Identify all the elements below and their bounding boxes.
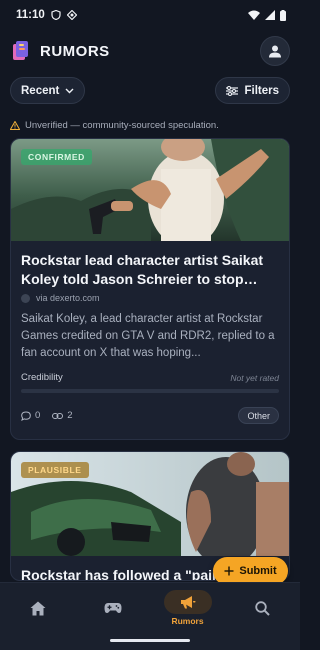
credibility-label: Credibility xyxy=(21,372,63,383)
home-icon xyxy=(30,601,45,615)
rumor-summary: Saikat Koley, a lead character artist at… xyxy=(21,313,275,359)
unverified-notice: Unverified — community-sourced speculati… xyxy=(10,118,219,132)
nav-search[interactable] xyxy=(225,583,300,633)
app-bar: RUMORS xyxy=(0,34,300,68)
filters-label: Filters xyxy=(244,84,279,97)
profile-button[interactable] xyxy=(260,36,290,66)
search-icon xyxy=(255,600,270,616)
page-title: RUMORS xyxy=(40,42,110,60)
notice-text: Unverified — community-sourced speculati… xyxy=(25,119,219,131)
sort-dropdown[interactable]: Recent xyxy=(10,77,86,104)
links-value: 2 xyxy=(67,410,73,421)
battery-icon xyxy=(280,9,286,21)
nav-games[interactable] xyxy=(75,583,150,633)
comments-count[interactable]: 0 xyxy=(21,410,40,421)
submit-label: Submit xyxy=(239,565,277,577)
submit-button[interactable]: Submit xyxy=(213,557,288,585)
app-logo-icon xyxy=(12,40,30,62)
status-time: 11:10 xyxy=(16,9,45,21)
category-tag[interactable]: Other xyxy=(238,407,279,424)
credibility-bar xyxy=(21,389,279,393)
credibility-value: Not yet rated xyxy=(230,372,279,383)
chevron-down-icon xyxy=(65,88,74,93)
rumor-source[interactable]: via dexerto.com xyxy=(21,293,279,303)
home-indicator[interactable] xyxy=(110,639,190,642)
rumor-image: PLAUSIBLE xyxy=(11,452,289,556)
nav-rumors[interactable]: Rumors xyxy=(150,583,225,633)
megaphone-icon xyxy=(180,596,195,609)
source-label: via dexerto.com xyxy=(36,293,100,303)
signal-icon xyxy=(265,10,275,20)
comment-icon xyxy=(21,410,31,421)
filters-button[interactable]: Filters xyxy=(215,77,290,104)
warning-icon xyxy=(10,120,20,130)
shield-status-icon xyxy=(51,10,61,20)
sort-label: Recent xyxy=(21,84,60,97)
wifi-icon xyxy=(248,10,260,20)
status-bar: 11:10 xyxy=(0,0,300,30)
credibility-row: Credibility Not yet rated xyxy=(21,372,279,383)
gamepad-icon xyxy=(104,603,121,613)
rumor-meta: 0 2 Other xyxy=(21,407,279,424)
source-favicon-icon xyxy=(21,293,30,303)
rumor-card[interactable]: CONFIRMED Rockstar lead character artist… xyxy=(10,138,290,440)
comments-value: 0 xyxy=(35,410,41,421)
plus-icon xyxy=(224,566,234,576)
status-badge: CONFIRMED xyxy=(21,149,92,165)
nav-rumors-label: Rumors xyxy=(171,616,204,626)
rumor-image: CONFIRMED xyxy=(11,139,289,241)
filter-bar: Recent Filters xyxy=(10,77,290,104)
person-icon xyxy=(269,45,281,58)
nav-home[interactable] xyxy=(0,583,75,633)
status-badge: PLAUSIBLE xyxy=(21,462,89,478)
link-icon xyxy=(52,412,64,419)
sliders-icon xyxy=(226,85,239,96)
nfc-status-icon xyxy=(66,10,77,20)
rumor-title: Rockstar lead character artist Saikat Ko… xyxy=(21,252,264,287)
links-count[interactable]: 2 xyxy=(52,410,73,421)
